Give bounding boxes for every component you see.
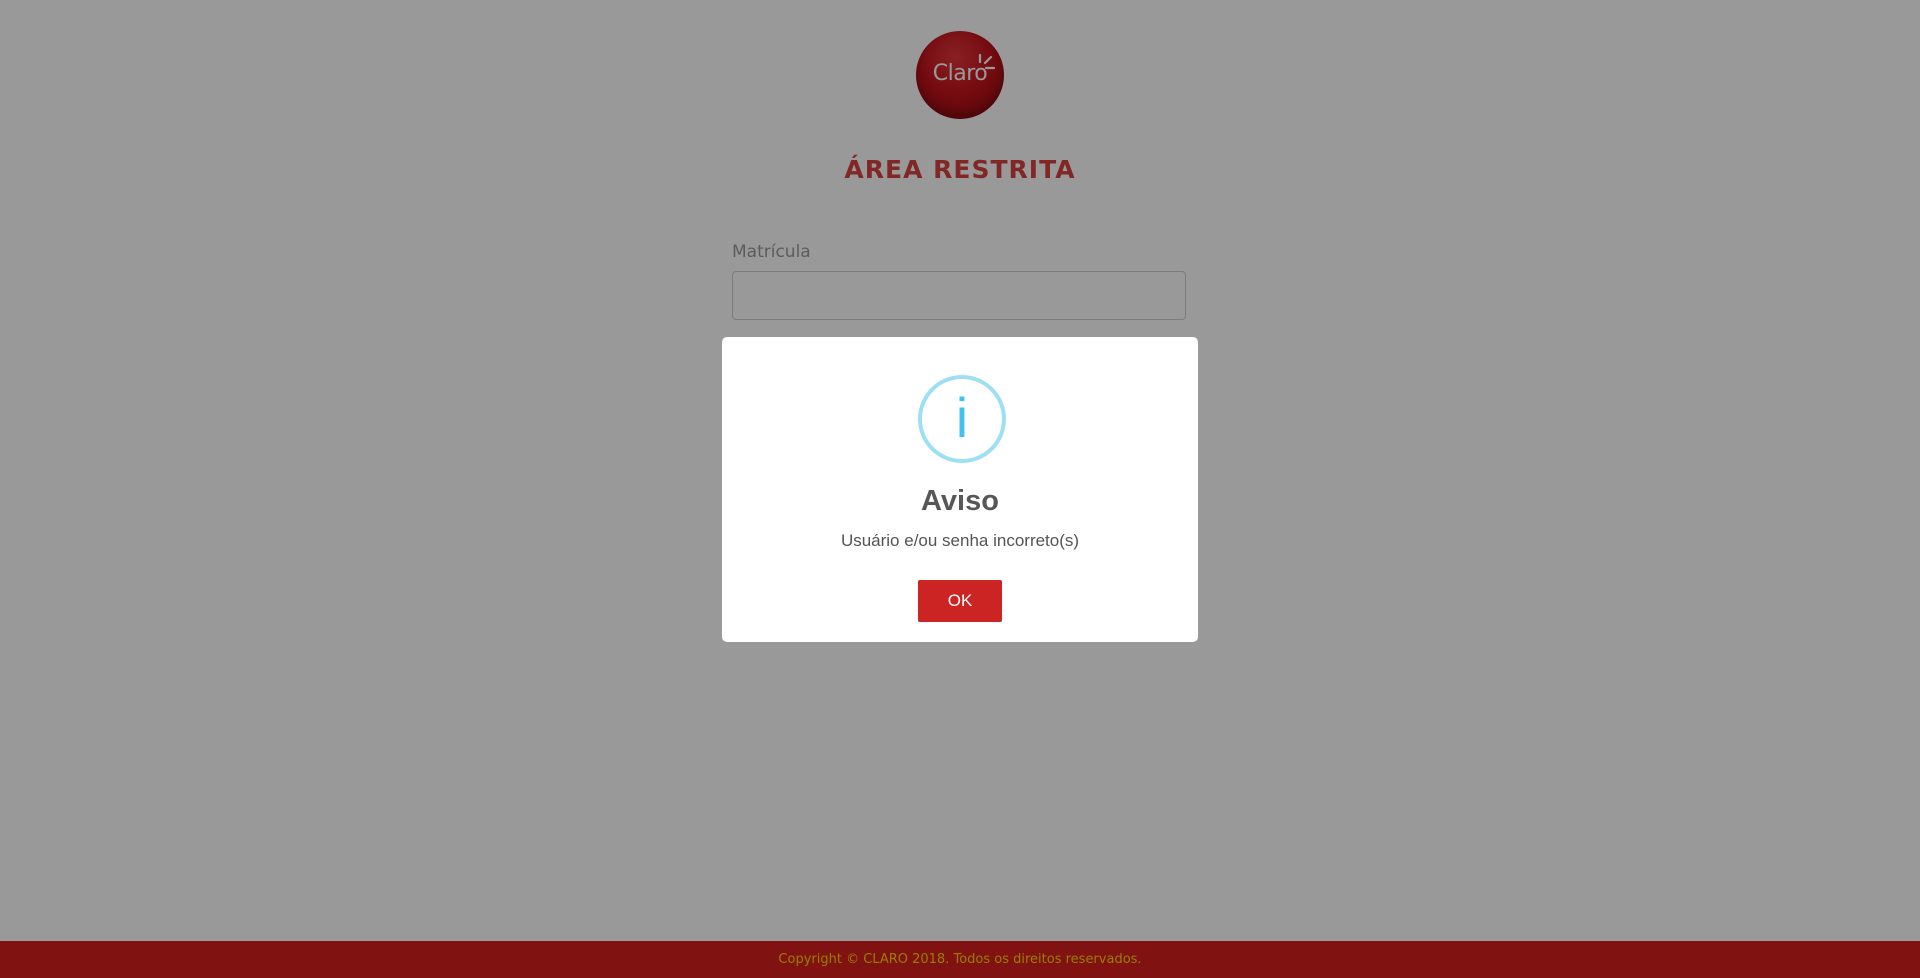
info-glyph: i bbox=[955, 386, 969, 449]
alert-dialog: i Aviso Usuário e/ou senha incorreto(s) … bbox=[722, 337, 1198, 642]
dialog-title: Aviso bbox=[921, 485, 999, 517]
ok-button[interactable]: OK bbox=[918, 580, 1002, 622]
info-icon: i bbox=[918, 375, 1006, 463]
dialog-message: Usuário e/ou senha incorreto(s) bbox=[840, 531, 1080, 550]
